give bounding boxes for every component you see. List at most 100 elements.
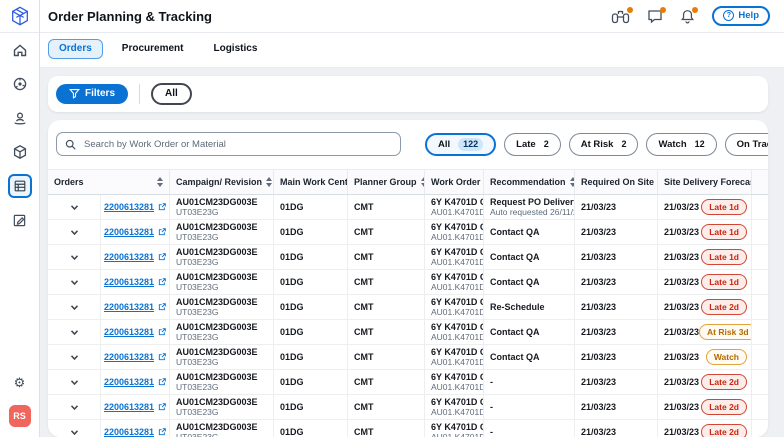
order-link[interactable]: 2200613281 [104, 327, 166, 337]
order-cell: 2200613281 [101, 270, 170, 294]
order-link[interactable]: 2200613281 [104, 277, 166, 287]
expand-row-button[interactable] [48, 395, 101, 419]
feedback-button[interactable] [647, 9, 663, 24]
revision-id: UT03E23G [176, 332, 267, 342]
user-avatar[interactable]: RS [9, 405, 31, 427]
column-header-required-on-site[interactable]: Required On Site [575, 170, 658, 194]
work-centre-cell: 01DG [274, 345, 348, 369]
sidebar-item-home[interactable] [8, 38, 32, 62]
required-on-site-cell: 21/03/23 [575, 270, 658, 294]
column-header-planner-group[interactable]: Planner Group [348, 170, 425, 194]
expand-row-button[interactable] [48, 245, 101, 269]
order-link[interactable]: 2200613281 [104, 302, 166, 312]
planner-group-cell: CMT [348, 320, 425, 344]
order-link[interactable]: 2200613281 [104, 227, 166, 237]
saved-filter-all-button[interactable]: All [151, 83, 192, 105]
order-link[interactable]: 2200613281 [104, 252, 166, 262]
planner-group-value: CMT [354, 377, 418, 388]
column-header-site-delivery-forecast[interactable]: Site Delivery Forecast [658, 170, 752, 194]
filters-button[interactable]: Filters [56, 84, 128, 104]
table-row: 2200613281 AU01CM23DG003E UT03E23G 01DG … [48, 320, 768, 345]
order-link[interactable]: 2200613281 [104, 377, 166, 387]
planner-group-value: CMT [354, 277, 418, 288]
required-date: 21/03/23 [581, 377, 651, 388]
campaign-cell: AU01CM23DG003E UT03E23G [170, 345, 274, 369]
status-pill-all[interactable]: All122 [425, 133, 496, 156]
column-header-work-centre[interactable]: Main Work Centre [274, 170, 348, 194]
planner-group-value: CMT [354, 227, 418, 238]
search-box[interactable] [56, 132, 401, 156]
work-centre-value: 01DG [280, 252, 341, 263]
campaign-cell: AU01CM23DG003E UT03E23G [170, 245, 274, 269]
work-centre-cell: 01DG [274, 370, 348, 394]
order-link[interactable]: 2200613281 [104, 352, 166, 362]
location-person-icon [12, 110, 28, 126]
expand-row-button[interactable] [48, 195, 101, 219]
chevron-down-icon [70, 379, 79, 386]
campaign-id: AU01CM23DG003E [176, 272, 267, 283]
search-icon [65, 139, 76, 150]
notification-dot [627, 7, 633, 13]
order-cell: 2200613281 [101, 245, 170, 269]
forecast-date: 21/03/23 [664, 327, 699, 338]
expand-row-button[interactable] [48, 295, 101, 319]
column-header-orders[interactable]: Orders [48, 170, 170, 194]
expand-row-button[interactable] [48, 420, 101, 437]
notifications-button[interactable] [680, 9, 695, 24]
order-link[interactable]: 2200613281 [104, 427, 166, 437]
status-badge: Late 2d [701, 424, 747, 437]
order-link[interactable]: 2200613281 [104, 402, 166, 412]
recommendation-cell: Contact QA [484, 320, 575, 344]
orders-panel: All122 Late2 At Risk2 Watch12 On Track106 Or… [48, 120, 768, 437]
tab-procurement[interactable]: Procurement [111, 39, 195, 59]
status-badge: Late 1d [701, 199, 747, 215]
status-pill-at-risk[interactable]: At Risk2 [569, 133, 639, 156]
search-input[interactable] [82, 138, 392, 151]
required-date: 21/03/23 [581, 252, 651, 263]
sidebar-item-inventory[interactable] [8, 140, 32, 164]
sidebar-item-work-orders[interactable] [8, 208, 32, 232]
expand-row-button[interactable] [48, 270, 101, 294]
forecast-date: 21/03/23 [664, 202, 699, 213]
expand-row-button[interactable] [48, 220, 101, 244]
required-on-site-cell: 21/03/23 [575, 420, 658, 437]
expand-row-button[interactable] [48, 320, 101, 344]
required-on-site-cell: 21/03/23 [575, 345, 658, 369]
tab-orders[interactable]: Orders [48, 39, 103, 59]
app-logo[interactable] [0, 0, 39, 33]
revision-id: UT03E23G [176, 207, 267, 217]
expand-row-button[interactable] [48, 370, 101, 394]
order-cell: 2200613281 [101, 220, 170, 244]
status-pill-watch[interactable]: Watch12 [646, 133, 716, 156]
forecast-date: 21/03/23 [664, 402, 699, 413]
column-header-work-order-des[interactable]: Work Order Des [425, 170, 484, 194]
sidebar-item-order-planning[interactable] [8, 174, 32, 198]
sidebar-item-network[interactable] [8, 106, 32, 130]
help-button[interactable]: ? Help [712, 6, 770, 26]
order-number: 2200613281 [104, 202, 154, 212]
sidebar-item-settings[interactable]: ⚙ [8, 370, 32, 394]
column-header-recommendation[interactable]: Recommendation [484, 170, 575, 194]
status-pill-late[interactable]: Late2 [504, 133, 561, 156]
status-pill-on-track[interactable]: On Track106 [725, 133, 768, 156]
sidebar-item-demand-planning[interactable] [8, 72, 32, 96]
chevron-down-icon [70, 429, 79, 436]
tab-logistics[interactable]: Logistics [202, 39, 268, 59]
campaign-id: AU01CM23DG003E [176, 372, 267, 383]
recommendation-cell: - [484, 420, 575, 437]
external-link-icon [158, 353, 166, 361]
work-centre-value: 01DG [280, 352, 341, 363]
column-header-campaign[interactable]: Campaign/ Revision [170, 170, 274, 194]
expand-row-button[interactable] [48, 345, 101, 369]
status-filter-pills: All122 Late2 At Risk2 Watch12 On Track106 [425, 133, 768, 156]
work-centre-cell: 01DG [274, 270, 348, 294]
planner-group-cell: CMT [348, 345, 425, 369]
required-on-site-cell: 21/03/23 [575, 395, 658, 419]
required-date: 21/03/23 [581, 302, 651, 313]
work-centre-value: 01DG [280, 402, 341, 413]
campaign-cell: AU01CM23DG003E UT03E23G [170, 370, 274, 394]
search-orders-button[interactable] [611, 9, 630, 24]
table-row: 2200613281 AU01CM23DG003E UT03E23G 01DG … [48, 420, 768, 437]
work-centre-value: 01DG [280, 327, 341, 338]
order-link[interactable]: 2200613281 [104, 202, 166, 212]
